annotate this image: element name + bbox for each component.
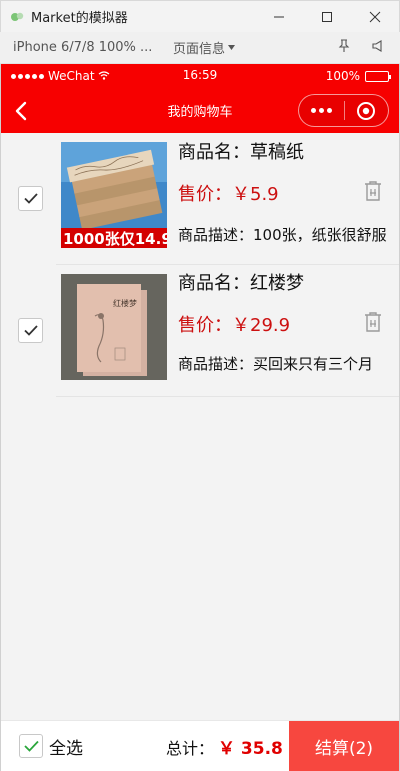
item-price: 售价：￥5.9 [178, 184, 279, 205]
item-description: 商品描述：买回来只有三个月 [178, 355, 374, 373]
app-icon [9, 9, 25, 25]
product-image-paper[interactable]: 1000张仅14.9元 [61, 142, 167, 248]
total-amount: ￥ 35.8 [218, 739, 283, 759]
checkout-button[interactable]: 结算(2) [289, 721, 399, 771]
miniprogram-capsule [298, 94, 389, 127]
close-icon[interactable] [351, 1, 399, 33]
item-checkbox[interactable] [18, 318, 43, 343]
maximize-icon[interactable] [303, 1, 351, 33]
status-bar: WeChat 16:59 100% [1, 64, 399, 88]
select-all-checkbox[interactable] [19, 734, 43, 758]
checkmark-icon [23, 193, 38, 204]
item-checkbox[interactable] [18, 186, 43, 211]
trash-icon[interactable] [363, 311, 383, 333]
speaker-icon[interactable] [372, 39, 384, 56]
total-label: 总计： [166, 739, 215, 758]
page-info-dropdown[interactable]: 页面信息 [173, 38, 236, 57]
battery-icon [365, 70, 391, 82]
wifi-icon [98, 69, 110, 83]
nav-bar: 我的购物车 [1, 88, 399, 133]
carrier-label: WeChat [48, 69, 95, 83]
item-name: 商品名：草稿纸 [178, 142, 304, 163]
trash-icon[interactable] [363, 180, 383, 202]
battery-percent: 100% [325, 69, 360, 83]
minimize-icon[interactable] [255, 1, 303, 33]
item-description: 商品描述：100张，纸张很舒服 [178, 226, 387, 244]
window-titlebar: Market的模拟器 [0, 0, 400, 32]
item-price: 售价：￥29.9 [178, 315, 291, 336]
chevron-down-icon [228, 45, 236, 50]
cart-item: 1000张仅14.9元 商品名：草稿纸 售价：￥5.9 商品描述：100张，纸张… [1, 133, 399, 265]
product-image-book[interactable]: 红楼梦 [61, 274, 167, 380]
cart-footer: 全选 总计： ￥ 35.8 结算(2) [1, 720, 399, 771]
cart-list: 1000张仅14.9元 商品名：草稿纸 售价：￥5.9 商品描述：100张，纸张… [1, 133, 399, 397]
checkmark-icon [23, 740, 39, 752]
back-arrow-icon[interactable] [1, 88, 41, 133]
signal-icon [11, 73, 44, 79]
page-info-label: 页面信息 [173, 42, 226, 57]
device-selector[interactable]: iPhone 6/7/8 100% ... [13, 40, 161, 55]
more-menu-icon[interactable] [299, 95, 344, 126]
item-name: 商品名：红楼梦 [178, 273, 304, 294]
select-all-label[interactable]: 全选 [49, 734, 83, 759]
window-title: Market的模拟器 [31, 11, 128, 26]
pin-icon[interactable] [338, 38, 350, 57]
phone-screen: WeChat 16:59 100% 我的购物车 1000张仅14.9 商品名：草… [0, 64, 400, 771]
image-badge-text: 1000张仅14.9元 [63, 230, 167, 248]
simulator-toolbar: iPhone 6/7/8 100% ... 页面信息 [0, 32, 400, 64]
book-title-text: 红楼梦 [113, 298, 137, 308]
target-close-icon[interactable] [344, 95, 388, 126]
cart-item: 红楼梦 商品名：红楼梦 售价：￥29.9 商品描述：买回来只有三个月 [1, 265, 399, 397]
checkmark-icon [23, 325, 38, 336]
